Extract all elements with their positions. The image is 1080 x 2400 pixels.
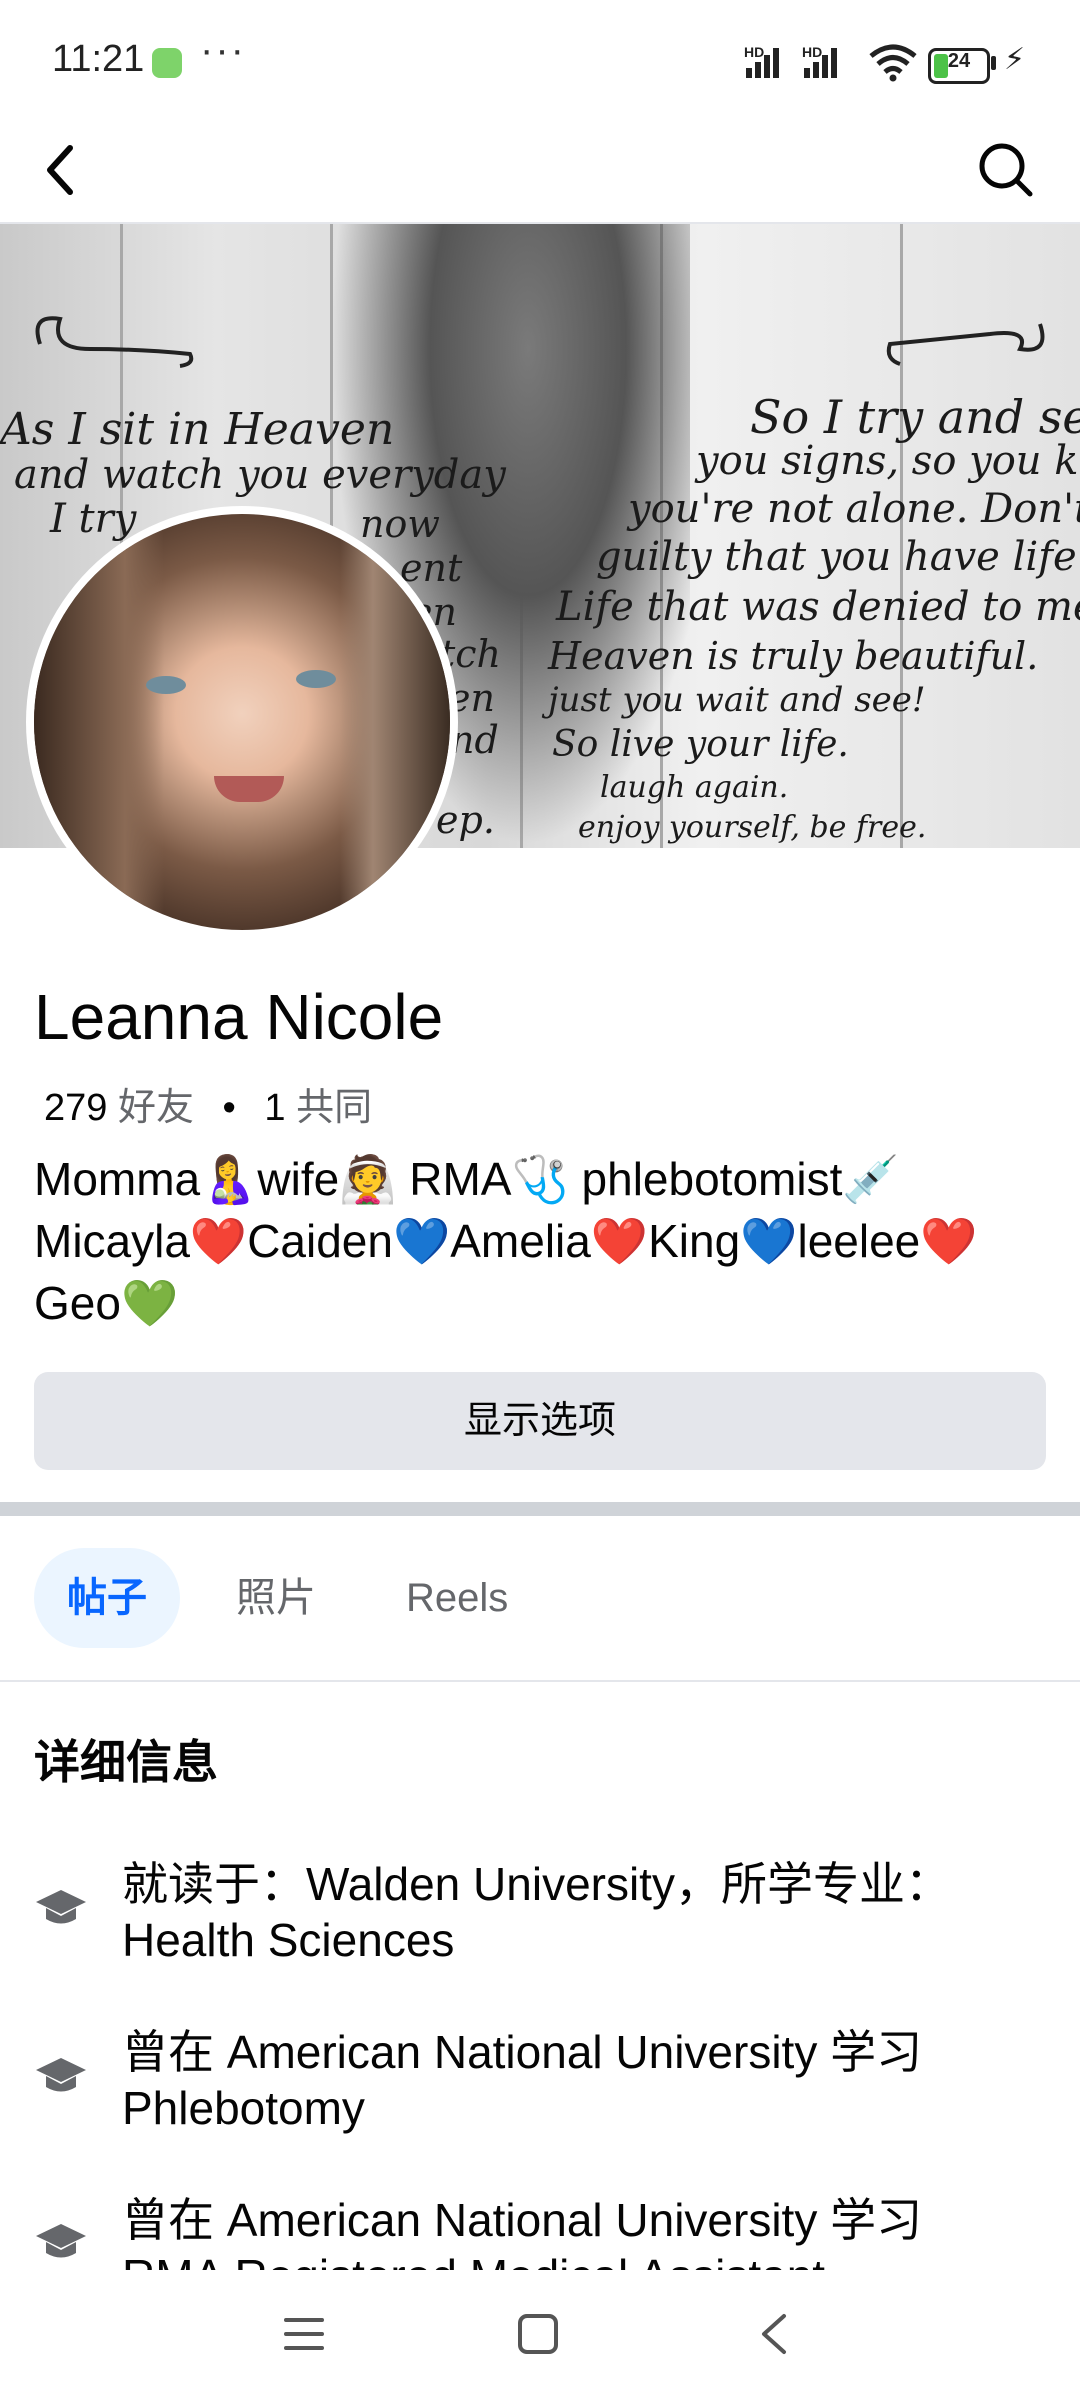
wechat-icon	[152, 48, 182, 78]
back-chevron-icon[interactable]	[752, 2310, 796, 2358]
cover-text-line: enjoy yourself, be free.	[578, 810, 927, 845]
cover-text-line: you signs, so you know	[696, 438, 1080, 484]
cover-text-line: and watch you everyday	[14, 452, 506, 498]
education-item-2-line2: Phlebotomy	[122, 2082, 365, 2134]
education-item-1-line1: 就读于：Walden University，所学专业：	[122, 1858, 951, 1910]
cover-text-line: you're not alone. Don't feel	[628, 486, 1080, 532]
battery-level: 24	[947, 50, 971, 72]
mutual-count: 1	[264, 1087, 286, 1129]
profile-avatar[interactable]	[26, 506, 458, 938]
education-item-3-line1: 曾在 American National University 学习	[122, 2194, 923, 2246]
tab-posts[interactable]: 帖子	[34, 1548, 180, 1648]
header-bar	[0, 120, 1080, 224]
section-divider	[0, 1502, 1080, 1516]
details-heading: 详细信息	[34, 1736, 218, 1788]
hd-signal-icon	[802, 44, 842, 78]
more-notifications-icon: ···	[200, 28, 246, 72]
charging-bolt-icon: ⚡	[1004, 43, 1026, 76]
tab-reels[interactable]: Reels	[406, 1548, 508, 1648]
back-arrow-icon	[47, 145, 73, 195]
profile-name: Leanna Nicole	[34, 981, 444, 1053]
graduation-cap-icon	[36, 1890, 86, 1924]
graduation-cap-icon	[36, 2224, 86, 2258]
battery-tip	[991, 56, 996, 70]
cover-text-line: Life that was denied to me.	[556, 584, 1080, 630]
cover-text-line: Heaven is truly beautiful.	[548, 634, 1039, 678]
avatar-photo	[34, 514, 450, 930]
friends-summary[interactable]: 279 好友 • 1 共同	[44, 1076, 372, 1131]
battery-icon: 24	[928, 48, 990, 84]
profile-bio: Momma🤱wife👰 RMA🩺 phlebotomist💉 Micayla❤️…	[34, 1153, 978, 1329]
hd-signal-icon	[744, 44, 784, 78]
search-button[interactable]	[970, 130, 1040, 210]
status-time: 11:21	[52, 38, 145, 80]
cover-text-line: So I try and send	[750, 390, 1080, 444]
graduation-cap-icon	[36, 2058, 86, 2092]
mutual-label: 共同	[296, 1087, 373, 1129]
education-item-2[interactable]: 曾在 American National University 学习 Phleb…	[122, 2024, 1022, 2136]
cover-scroll-ornament-right	[886, 323, 1045, 366]
home-square-icon[interactable]	[516, 2312, 560, 2356]
search-icon	[979, 143, 1033, 197]
separator-dot: •	[222, 1087, 236, 1129]
tabs-divider	[0, 1680, 1080, 1682]
cover-scroll-ornament-left	[35, 316, 194, 368]
show-options-button[interactable]: 显示选项	[34, 1372, 1046, 1470]
education-item-2-line1: 曾在 American National University 学习	[122, 2026, 923, 2078]
friends-label: 好友	[117, 1087, 194, 1129]
cover-text-line: laugh again.	[600, 770, 789, 805]
cover-text-line: As I sit in Heaven	[0, 404, 395, 455]
cover-text-line: So live your life.	[552, 724, 849, 765]
menu-icon[interactable]	[282, 2312, 326, 2356]
back-button[interactable]	[40, 130, 100, 210]
wifi-icon	[869, 44, 917, 82]
friends-count: 279	[44, 1087, 108, 1129]
cover-text-line: guilty that you have life.	[596, 534, 1080, 580]
education-item-1-line2: Health Sciences	[122, 1914, 455, 1966]
cover-text-line: just you wait and see!	[548, 680, 926, 720]
education-item-1[interactable]: 就读于：Walden University，所学专业： Health Scien…	[122, 1856, 1022, 1968]
tab-photos[interactable]: 照片	[236, 1548, 316, 1648]
